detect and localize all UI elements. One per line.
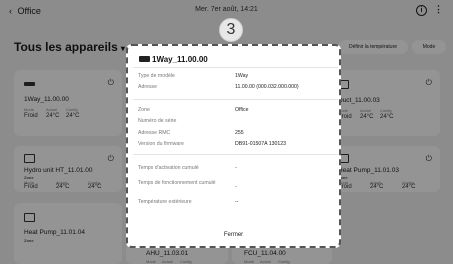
step-number-badge: 3	[219, 18, 243, 42]
info-value: -	[235, 184, 237, 190]
info-value: 11.00.00 (000.032.000.000)	[235, 84, 299, 90]
info-key: Type de modèle	[138, 73, 175, 79]
dialog-title: 1Way_11.00.00	[139, 55, 208, 64]
info-value: DB91-01507A 130123	[235, 141, 287, 147]
divider	[133, 154, 338, 155]
divider	[133, 99, 338, 100]
device-info-dialog: 1Way_11.00.00 Type de modèle 1Way Adress…	[126, 44, 341, 248]
device-icon	[139, 56, 150, 62]
info-value: -	[235, 165, 237, 171]
divider	[133, 67, 338, 68]
dialog-title-text: 1Way_11.00.00	[152, 55, 208, 64]
info-key: Zone	[138, 107, 150, 113]
info-value: --	[235, 199, 239, 205]
info-key: Température extérieure	[138, 199, 192, 205]
info-value: 1Way	[235, 73, 249, 79]
info-key: Temps de fonctionnement cumulé	[138, 180, 216, 186]
info-key: Adresse	[138, 84, 158, 90]
close-button[interactable]: Fermer	[128, 232, 339, 238]
info-key: Version du firmware	[138, 141, 184, 147]
info-value: 255	[235, 130, 244, 136]
info-key: Adresse RMC	[138, 130, 171, 136]
info-key: Numéro de série	[138, 118, 177, 124]
info-key: Temps d'activation cumulé	[138, 165, 199, 171]
info-value: Office	[235, 107, 249, 113]
